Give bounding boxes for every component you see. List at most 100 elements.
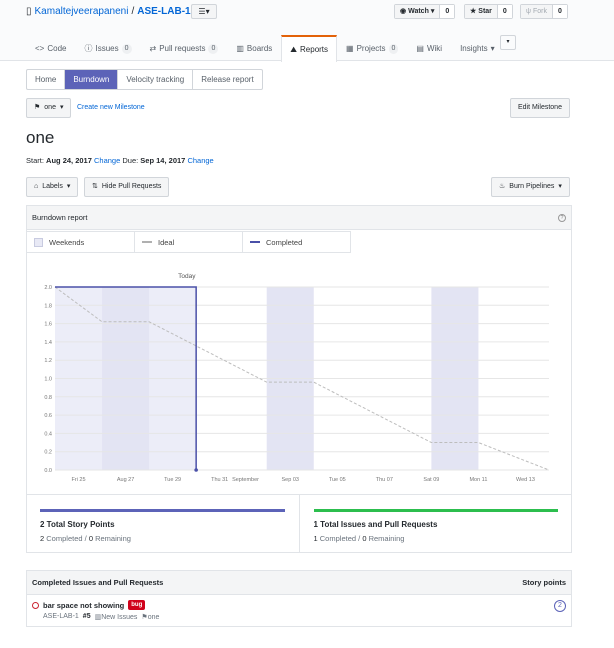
summary-stats: 2 Total Story Points 2 Completed / 0 Rem…: [26, 494, 572, 553]
y-tick-label: 1.6: [44, 322, 52, 328]
chart-legend: Weekends Ideal Completed: [26, 231, 351, 253]
repo-menu-button[interactable]: ☰▾: [191, 4, 217, 19]
reports-icon: ⛰: [290, 44, 298, 54]
subnav-release-report[interactable]: Release report: [193, 70, 261, 89]
watch-button[interactable]: ◉ Watch ▾ 0: [394, 4, 456, 19]
legend-completed[interactable]: Completed: [242, 231, 351, 253]
x-tick-label: Aug 27: [117, 477, 134, 483]
issue-milestone: one: [147, 614, 160, 621]
issues-remaining-count: 0: [362, 534, 367, 543]
subnav-burndown[interactable]: Burndown: [65, 70, 119, 89]
story-remaining-count: 0: [88, 534, 93, 543]
story-completed-label: Completed: [46, 534, 83, 543]
story-points-badge[interactable]: 2: [554, 600, 566, 612]
caret-down-icon: ▾: [490, 43, 495, 53]
y-tick-label: 1.4: [44, 340, 52, 346]
tab-code[interactable]: <> Code: [26, 35, 75, 61]
x-tick-label: Thu 07: [376, 477, 393, 483]
story-points-title: 2 Total Story Points: [40, 520, 115, 529]
start-label: Start:: [26, 156, 44, 165]
create-milestone-link[interactable]: Create new Milestone: [77, 104, 145, 111]
report-subnav: Home Burndown Velocity tracking Release …: [26, 69, 263, 90]
issues-title: 1 Total Issues and Pull Requests: [313, 520, 438, 529]
issues-stat: 1 Total Issues and Pull Requests 1 Compl…: [298, 495, 573, 553]
burn-pipelines-label: Burn Pipelines: [509, 183, 555, 190]
legend-ideal[interactable]: Ideal: [134, 231, 243, 253]
help-icon[interactable]: ?: [558, 214, 566, 222]
issue-opened-icon: [32, 602, 39, 609]
watch-count[interactable]: 0: [440, 5, 455, 18]
story-completed-count: 2: [40, 534, 45, 543]
repo-title: ▯ Kamaltejveerapaneni / ASE-LAB-1: [26, 6, 191, 17]
x-tick-label: September: [232, 477, 259, 483]
tab-code-label: Code: [47, 43, 67, 53]
x-tick-label: Thu 31: [211, 477, 228, 483]
issue-title-link[interactable]: bar space not showing: [43, 601, 124, 610]
burn-pipelines-button[interactable]: ♨ Burn Pipelines ▾: [491, 177, 570, 197]
subnav-home[interactable]: Home: [27, 70, 66, 89]
star-button[interactable]: ★ Star 0: [464, 4, 513, 19]
issue-title: bar space not showing bug: [43, 600, 146, 610]
story-separator: /: [84, 534, 87, 543]
labels-button[interactable]: ⌂ Labels ▾: [26, 177, 79, 197]
hide-pull-requests-button[interactable]: ⇅ Hide Pull Requests: [84, 177, 170, 197]
issue-repo: ASE-LAB-1: [43, 613, 79, 620]
tab-reports[interactable]: ⛰ Reports: [281, 35, 338, 62]
y-tick-label: 2.0: [44, 285, 52, 291]
tab-issues-count: 0: [121, 43, 132, 54]
tab-boards[interactable]: ▥ Boards: [227, 35, 281, 61]
y-tick-label: 0.0: [44, 468, 52, 474]
issues-separator: /: [358, 534, 361, 543]
story-points-header: Story points: [522, 578, 566, 587]
issues-bar: [313, 509, 558, 512]
tab-wiki-label: Wiki: [426, 43, 443, 53]
tag-icon: ⌂: [34, 183, 39, 190]
repo-separator: /: [131, 6, 135, 17]
star-count[interactable]: 0: [497, 5, 512, 18]
x-tick-label: Tue 05: [329, 477, 346, 483]
x-axis-ticks: Fri 25 Aug 27 Tue 29 Thu 31 September Sep 03 T…: [71, 477, 534, 483]
star-icon: ★: [470, 8, 477, 15]
milestone-select[interactable]: ⚑ one ▾: [26, 98, 72, 118]
tab-pull-requests-label: Pull requests: [159, 43, 206, 53]
repo-owner-link[interactable]: Kamaltejveerapaneni: [35, 6, 129, 17]
legend-ideal-label: Ideal: [158, 237, 175, 247]
tab-wiki[interactable]: ▤ Wiki: [407, 35, 451, 61]
story-remaining-label: Remaining: [95, 534, 131, 543]
tab-boards-label: Boards: [246, 43, 273, 53]
y-tick-label: 0.4: [44, 431, 52, 437]
tab-pull-requests[interactable]: ⇄ Pull requests 0: [141, 35, 228, 61]
change-due-link[interactable]: Change: [187, 156, 213, 165]
x-tick-label: Wed 13: [516, 477, 535, 483]
x-tick-label: Sat 09: [423, 477, 439, 483]
repo-name-link[interactable]: ASE-LAB-1: [137, 6, 190, 17]
completed-series-point: [194, 468, 198, 472]
subnav-velocity-tracking[interactable]: Velocity tracking: [118, 70, 194, 89]
issue-meta: ASE-LAB-1 #5 ▥New Issues ⚑one: [43, 613, 159, 621]
hide-pull-requests-label: Hide Pull Requests: [101, 183, 162, 190]
fire-icon: ♨: [499, 183, 506, 190]
bug-label[interactable]: bug: [128, 600, 146, 610]
story-points-breakdown: 2 Completed / 0 Remaining: [40, 534, 285, 543]
issues-completed-label: Completed: [319, 534, 357, 543]
milestone-select-value: one: [44, 104, 56, 111]
tab-projects-count: 0: [388, 43, 399, 54]
code-icon: <>: [35, 43, 45, 53]
x-tick-label: Sep 03: [282, 477, 299, 483]
tab-insights[interactable]: Insights ▾: [451, 35, 504, 61]
fork-button[interactable]: ψ Fork 0: [520, 4, 568, 19]
more-options-button[interactable]: ▾: [500, 35, 516, 50]
list-item[interactable]: bar space not showing bug ASE-LAB-1 #5 ▥…: [27, 595, 571, 627]
legend-weekends[interactable]: Weekends: [26, 231, 135, 253]
burndown-panel-header: Burndown report ?: [27, 206, 571, 230]
today-label: Today: [178, 273, 196, 280]
tab-issues[interactable]: ⓘ Issues 0: [75, 35, 140, 61]
change-start-link[interactable]: Change: [94, 156, 120, 165]
fork-count[interactable]: 0: [553, 5, 567, 18]
issues-completed-count: 1: [313, 534, 318, 543]
legend-weekends-label: Weekends: [49, 237, 85, 247]
edit-milestone-button[interactable]: Edit Milestone: [510, 98, 570, 118]
legend-completed-label: Completed: [266, 237, 303, 247]
repo-header: ▯ Kamaltejveerapaneni / ASE-LAB-1 ☰▾ ◉ Wa…: [0, 0, 614, 62]
tab-projects[interactable]: ▦ Projects 0: [337, 35, 407, 61]
